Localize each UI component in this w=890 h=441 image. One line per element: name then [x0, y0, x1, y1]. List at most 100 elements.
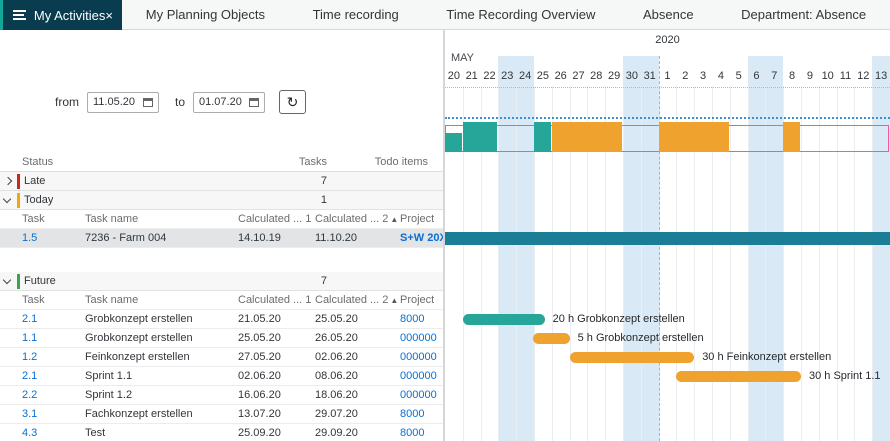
chevron-down-icon[interactable] — [3, 195, 11, 203]
task-bar[interactable] — [676, 371, 801, 382]
utilization-bar — [783, 122, 800, 152]
refresh-button[interactable]: ↻ — [279, 90, 306, 114]
app-window: My Activities × My Planning Objects Time… — [0, 0, 890, 441]
active-tab-label: My Activities — [34, 8, 106, 23]
task-id-link[interactable]: 2.1 — [22, 367, 80, 386]
month-boundary-line — [659, 56, 660, 441]
to-label: to — [175, 95, 185, 109]
calculated1-column-header[interactable]: Calculated ... 1▲ — [238, 291, 312, 310]
weekend-band — [748, 56, 766, 441]
weekend-band — [623, 56, 641, 441]
task-row[interactable]: 1.5 7236 - Farm 004 14.10.19 11.10.20 S+… — [0, 229, 444, 248]
task-bar[interactable] — [570, 352, 695, 363]
task-bar-full-span[interactable] — [445, 232, 890, 245]
column-header-row: Task Task name Calculated ... 1▲ Calcula… — [0, 210, 444, 229]
day-label: 3 — [694, 69, 712, 84]
to-date-input[interactable]: 01.07.20 — [193, 92, 265, 113]
utilization-bar — [534, 122, 551, 152]
task-bar[interactable] — [463, 314, 545, 325]
project-link[interactable]: 000000 — [400, 367, 437, 386]
tab-absence[interactable]: Absence — [643, 7, 694, 22]
calculated1-cell: 25.05.20 — [238, 329, 312, 348]
table-header-row: Status Tasks Todo items — [0, 153, 444, 172]
accent-strip — [0, 0, 3, 30]
task-name-cell: Fachkonzept erstellen — [85, 405, 235, 424]
task-row[interactable]: 3.1 Fachkonzept erstellen 13.07.20 29.07… — [0, 405, 444, 424]
tab-time-recording-overview[interactable]: Time Recording Overview — [446, 7, 595, 22]
task-row[interactable]: 2.2 Sprint 1.2 16.06.20 18.06.20 000000 — [0, 386, 444, 405]
group-task-count: 7 — [321, 172, 327, 191]
task-row[interactable]: 1.2 Feinkonzept erstellen 27.05.20 02.06… — [0, 348, 444, 367]
top-tab-bar: My Activities × My Planning Objects Time… — [0, 0, 890, 30]
task-id-link[interactable]: 1.5 — [22, 229, 80, 248]
task-id-link[interactable]: 1.2 — [22, 348, 80, 367]
sort-ascending-icon[interactable]: ▲ — [390, 215, 397, 224]
task-column-header[interactable]: Task — [22, 210, 80, 229]
calculated2-label: Calculated ... 2 — [315, 213, 388, 225]
from-date-input[interactable]: 11.05.20 — [87, 92, 159, 113]
task-row[interactable]: 4.3 Test 25.09.20 29.09.20 8000 — [0, 424, 444, 441]
tab-department-absence[interactable]: Department: Absence — [741, 7, 866, 22]
hamburger-menu-icon[interactable] — [13, 14, 24, 16]
calculated2-label: Calculated ... 2 — [315, 294, 388, 306]
task-name-column-header[interactable]: Task name — [85, 291, 235, 310]
task-bar[interactable] — [533, 333, 569, 344]
day-label: 13 — [872, 69, 890, 84]
todo-items-column-header[interactable]: Todo items — [375, 153, 428, 172]
task-row[interactable]: 2.1 Grobkonzept erstellen 21.05.20 25.05… — [0, 310, 444, 329]
calculated2-cell: 08.06.20 — [315, 367, 397, 386]
task-row[interactable]: 1.1 Grobkonzept erstellen 25.05.20 26.05… — [0, 329, 444, 348]
task-id-link[interactable]: 4.3 — [22, 424, 80, 441]
task-id-link[interactable]: 1.1 — [22, 329, 80, 348]
task-row[interactable]: 2.1 Sprint 1.1 02.06.20 08.06.20 000000 — [0, 367, 444, 386]
close-tab-icon[interactable]: × — [105, 8, 113, 23]
project-link[interactable]: S+W 20X — [400, 229, 444, 248]
task-column-header[interactable]: Task — [22, 291, 80, 310]
project-link[interactable]: 000000 — [400, 386, 437, 405]
from-date-value: 11.05.20 — [93, 96, 135, 108]
weekend-band — [516, 56, 534, 441]
tab-my-activities[interactable]: My Activities × — [0, 0, 122, 30]
day-label: 21 — [463, 69, 481, 84]
chevron-right-icon[interactable] — [4, 177, 12, 185]
calculated2-column-header[interactable]: Calculated ... 2▲ — [315, 210, 397, 229]
group-row-today[interactable]: Today 1 — [0, 191, 444, 210]
utilization-bar — [445, 133, 462, 152]
calendar-icon[interactable] — [249, 98, 259, 107]
project-link[interactable]: 000000 — [400, 348, 437, 367]
task-id-link[interactable]: 2.2 — [22, 386, 80, 405]
project-link[interactable]: 8000 — [400, 405, 424, 424]
calendar-icon[interactable] — [143, 98, 153, 107]
project-link[interactable]: 000000 — [400, 329, 437, 348]
tab-time-recording[interactable]: Time recording — [313, 7, 399, 22]
day-label: 8 — [783, 69, 801, 84]
day-label: 22 — [481, 69, 499, 84]
project-column-header[interactable]: Project — [400, 210, 434, 229]
day-label: 6 — [748, 69, 766, 84]
task-name-column-header[interactable]: Task name — [85, 210, 235, 229]
gantt-year-label: 2020 — [445, 34, 890, 46]
tasks-column-header[interactable]: Tasks — [299, 153, 327, 172]
task-name-cell: Grobkonzept erstellen — [85, 310, 235, 329]
task-table: Status Tasks Todo items Late 7 Today 1 T… — [0, 153, 444, 441]
chevron-down-icon[interactable] — [3, 276, 11, 284]
project-column-header[interactable]: Project — [400, 291, 434, 310]
day-label: 31 — [641, 69, 659, 84]
group-row-late[interactable]: Late 7 — [0, 172, 444, 191]
sort-ascending-icon[interactable]: ▲ — [390, 296, 397, 305]
weekend-band — [765, 56, 783, 441]
gantt-panel: 2020 MAY 2021222324252627282930311234567… — [445, 30, 890, 441]
task-id-link[interactable]: 2.1 — [22, 310, 80, 329]
tab-my-planning-objects[interactable]: My Planning Objects — [146, 7, 265, 22]
task-id-link[interactable]: 3.1 — [22, 405, 80, 424]
calculated1-column-header[interactable]: Calculated ... 1▲ — [238, 210, 312, 229]
weekend-band — [498, 56, 516, 441]
project-link[interactable]: 8000 — [400, 310, 424, 329]
group-label: Today — [24, 191, 53, 210]
group-row-future[interactable]: Future 7 — [0, 272, 444, 291]
calculated2-column-header[interactable]: Calculated ... 2▲ — [315, 291, 397, 310]
status-indicator-late — [17, 174, 20, 189]
project-link[interactable]: 8000 — [400, 424, 424, 441]
status-column-header[interactable]: Status — [22, 153, 53, 172]
day-label: 12 — [854, 69, 872, 84]
